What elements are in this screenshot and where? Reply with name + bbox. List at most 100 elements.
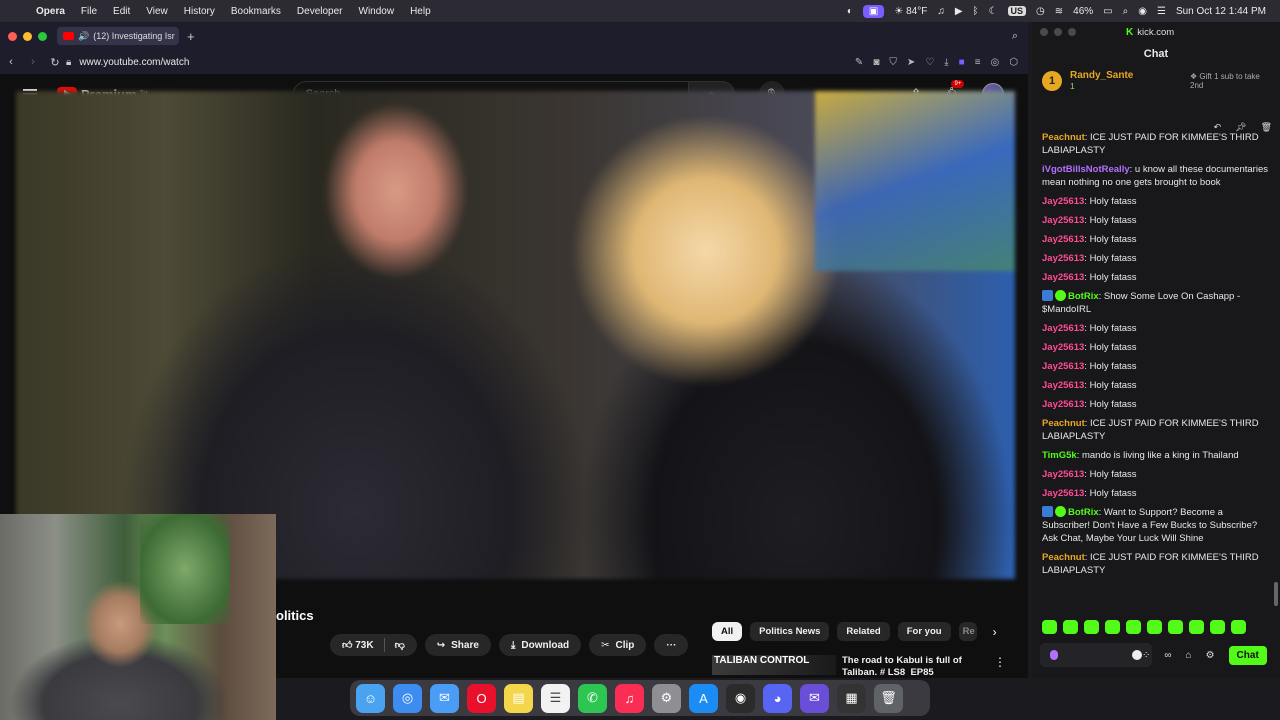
finder-icon[interactable]: ☺ <box>356 683 385 713</box>
menu-view[interactable]: View <box>138 6 176 17</box>
screen-share-icon[interactable]: ◐ <box>847 6 853 17</box>
chat-username[interactable]: Peachnut <box>1042 418 1085 429</box>
chat-username[interactable]: Jay25613 <box>1042 272 1084 283</box>
forward-button[interactable]: › <box>22 56 44 68</box>
tab-youtube[interactable]: 🔊 (12) Investigating Isr <box>57 27 179 45</box>
top-gifter[interactable]: 1 Randy_Sante 1 ❖ Gift 1 sub to take 2nd <box>1032 70 1280 91</box>
zoom-window-button[interactable] <box>38 31 47 41</box>
clip-button[interactable]: ✂ Clip <box>589 634 647 656</box>
emote-icon[interactable] <box>1210 620 1225 634</box>
like-button[interactable]: 👍︎ 73K <box>342 639 374 651</box>
account-icon[interactable]: ◎ <box>991 57 1000 68</box>
minimize-window-button[interactable] <box>23 31 32 41</box>
chat-message[interactable]: TimG5k: mando is living like a king in T… <box>1042 449 1270 462</box>
speaker-icon[interactable]: 🔊 <box>78 31 89 42</box>
emote-icon[interactable] <box>1147 620 1162 634</box>
spotlight-icon[interactable]: ⌕ <box>1123 6 1129 17</box>
menu-file[interactable]: File <box>73 6 105 17</box>
chat-username[interactable]: Jay25613 <box>1042 196 1084 207</box>
chat-scrollbar[interactable] <box>1274 582 1278 606</box>
chat-username[interactable]: Jay25613 <box>1042 215 1084 226</box>
filter-recently-uploaded[interactable]: Re <box>958 622 977 641</box>
send-chat-button[interactable]: Chat <box>1228 646 1267 665</box>
chat-username[interactable]: Jay25613 <box>1042 234 1084 245</box>
kick-zoom-button[interactable] <box>1068 28 1076 36</box>
chat-message[interactable]: Jay25613: Holy fatass <box>1042 233 1270 246</box>
focus-moon-icon[interactable]: ☾ <box>989 6 998 17</box>
chat-message[interactable]: Jay25613: Holy fatass <box>1042 271 1270 284</box>
settings-dots-icon[interactable]: ⁘ <box>1142 650 1150 661</box>
chat-message[interactable]: Jay25613: Holy fatass <box>1042 398 1270 411</box>
emote-icon[interactable] <box>1063 620 1078 634</box>
send-icon[interactable]: ➤ <box>907 57 915 68</box>
emote-icon[interactable] <box>1105 620 1120 634</box>
chat-message[interactable]: Jay25613: Holy fatass <box>1042 360 1270 373</box>
emote-icon[interactable] <box>1042 620 1057 634</box>
chat-message[interactable]: BotRix: Show Some Love On Cashapp - $Man… <box>1042 290 1270 316</box>
menu-app-name[interactable]: Opera <box>28 6 73 17</box>
emote-icon[interactable] <box>1126 620 1141 634</box>
recommended-thumbnail[interactable]: TALIBAN CONTROL <box>712 655 836 675</box>
share-button[interactable]: ↪ Share <box>424 634 491 656</box>
menu-bookmarks[interactable]: Bookmarks <box>223 6 289 17</box>
chat-message[interactable]: Peachnut: ICE JUST PAID FOR KIMMEE'S THI… <box>1042 417 1270 443</box>
safari-icon[interactable]: ◎ <box>393 683 422 713</box>
screen-record-icon[interactable]: ▣ <box>862 4 885 18</box>
clock[interactable]: Sun Oct 12 1:44 PM <box>1176 6 1266 17</box>
whatsapp-icon[interactable]: ✆ <box>578 683 607 713</box>
recommended-video[interactable]: TALIBAN CONTROL The road to Kabul is ful… <box>712 655 1012 675</box>
chat-username[interactable]: Jay25613 <box>1042 469 1084 480</box>
chat-username[interactable]: Jay25613 <box>1042 323 1084 334</box>
store-icon[interactable]: ⌂ <box>1186 650 1192 661</box>
wifi-icon[interactable]: ≋ <box>1055 6 1063 17</box>
filter-related[interactable]: Related <box>837 622 890 641</box>
chat-message[interactable]: Peachnut: ICE JUST PAID FOR KIMMEE'S THI… <box>1042 551 1270 577</box>
video-player[interactable] <box>16 91 1015 579</box>
emoji-icon[interactable] <box>1132 650 1142 660</box>
menu-history[interactable]: History <box>176 6 223 17</box>
app-store-icon[interactable]: A <box>689 683 718 713</box>
headphones-icon[interactable]: ♫ <box>937 6 945 17</box>
chat-message[interactable]: iVgotBillsNotReally: u know all these do… <box>1042 163 1270 189</box>
url-field[interactable]: www.youtube.com/watch <box>79 57 189 68</box>
download-icon[interactable]: ⤓ <box>944 57 948 68</box>
chat-username[interactable]: Jay25613 <box>1042 361 1084 372</box>
bluetooth-icon[interactable]: ᛒ <box>973 6 979 17</box>
camera-icon[interactable]: ◙ <box>873 57 879 68</box>
chat-username[interactable]: BotRix <box>1068 291 1099 302</box>
chevron-right-icon[interactable]: › <box>993 625 997 639</box>
download-button[interactable]: ⤓ Download <box>498 634 582 656</box>
chat-message[interactable]: Jay25613: Holy fatass <box>1042 322 1270 335</box>
reload-button[interactable]: ↻ <box>44 56 66 69</box>
battery-percent[interactable]: 46% <box>1073 6 1093 17</box>
chat-username[interactable]: Jay25613 <box>1042 488 1084 499</box>
chat-username[interactable]: Jay25613 <box>1042 380 1084 391</box>
filter-politics-news[interactable]: Politics News <box>750 622 830 641</box>
chat-username[interactable]: Peachnut <box>1042 552 1085 563</box>
time-machine-icon[interactable]: ◷ <box>1036 6 1045 17</box>
chat-message[interactable]: Jay25613: Holy fatass <box>1042 487 1270 500</box>
chat-message[interactable]: Peachnut: ICE JUST PAID FOR KIMMEE'S THI… <box>1042 131 1270 157</box>
extension-icon[interactable]: ■ <box>959 57 965 68</box>
kick-close-button[interactable] <box>1040 28 1048 36</box>
chat-message[interactable]: Jay25613: Holy fatass <box>1042 468 1270 481</box>
discord-icon[interactable]: ◕ <box>763 683 792 713</box>
shield-icon[interactable]: ⛉ <box>889 57 897 68</box>
chat-input[interactable] <box>1040 643 1152 667</box>
chat-message[interactable]: Jay25613: Holy fatass <box>1042 341 1270 354</box>
gift-sub-cta[interactable]: ❖ Gift 1 sub to take 2nd <box>1190 72 1270 90</box>
microphone-icon[interactable] <box>1050 650 1058 660</box>
chat-message[interactable]: Jay25613: Holy fatass <box>1042 252 1270 265</box>
recommended-title[interactable]: The road to Kabul is full of Taliban. # … <box>842 655 982 675</box>
emote-icon[interactable] <box>1231 620 1246 634</box>
weather-status[interactable]: ☀ 84°F <box>894 6 927 17</box>
reminders-icon[interactable]: ☰ <box>541 683 570 713</box>
chat-message[interactable]: Jay25613: Holy fatass <box>1042 214 1270 227</box>
notes-icon[interactable]: ▤ <box>504 683 533 713</box>
box-icon[interactable]: ⬡ <box>1009 57 1018 68</box>
gear-icon[interactable]: ⚙ <box>1206 650 1215 661</box>
filter-all[interactable]: All <box>712 622 743 641</box>
opera-icon[interactable]: O <box>467 683 496 713</box>
chat-message[interactable]: Jay25613: Holy fatass <box>1042 379 1270 392</box>
kebab-menu-icon[interactable]: ⋮ <box>994 655 1012 675</box>
